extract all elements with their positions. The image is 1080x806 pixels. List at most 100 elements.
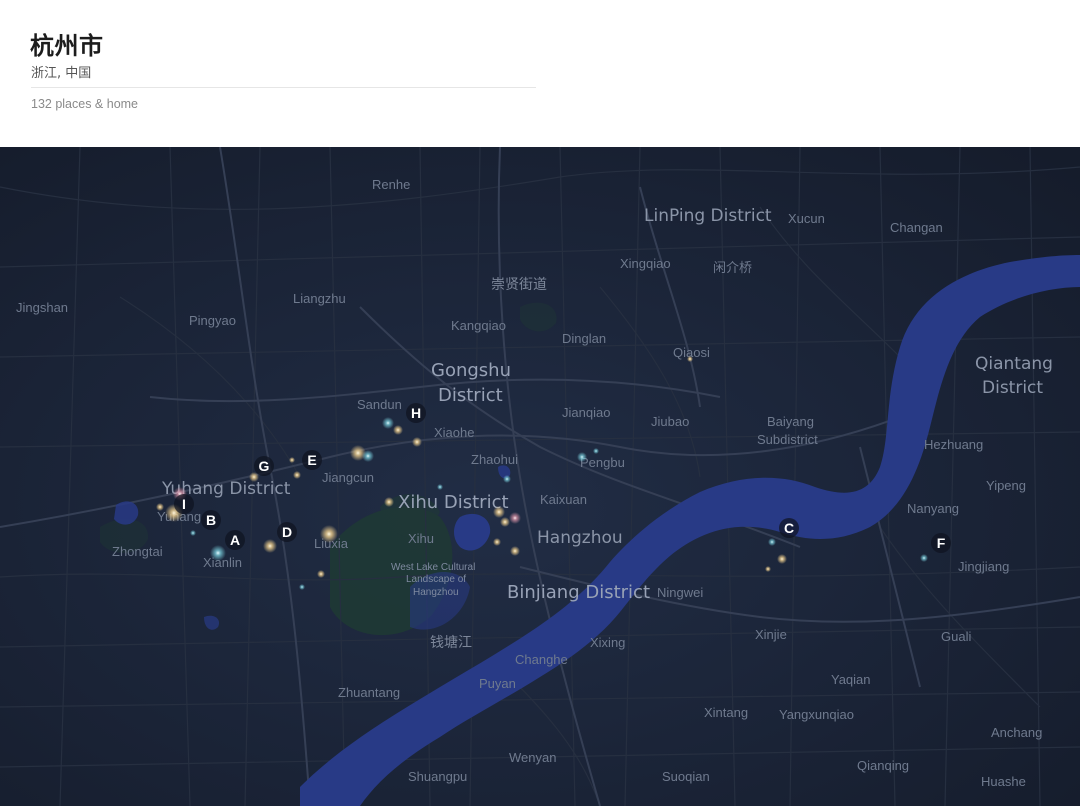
district-label: Subdistrict	[757, 432, 818, 447]
place-label: Xiaohe	[434, 425, 474, 440]
lake-label: West Lake Cultural	[391, 562, 475, 573]
place-dot	[687, 356, 693, 362]
lake-label: Landscape of	[406, 574, 466, 585]
place-label: Anchang	[991, 725, 1042, 740]
place-label: Zhongtai	[112, 544, 163, 559]
place-label: Xixing	[590, 635, 625, 650]
marker-label[interactable]: B	[206, 512, 216, 528]
map-canvas[interactable]: Renhe Xucun Changan Xingqiao 崇贤街道 闲介桥 Ji…	[0, 147, 1080, 806]
place-label: Jingjiang	[958, 559, 1009, 574]
marker-label[interactable]: A	[230, 532, 240, 548]
place-label: Jingshan	[16, 300, 68, 315]
place-dot	[503, 475, 511, 483]
place-dot	[777, 554, 787, 564]
marker-d[interactable]: D	[277, 522, 297, 542]
place-dot	[920, 554, 928, 562]
place-label: Pingyao	[189, 313, 236, 328]
marker-f[interactable]: F	[931, 533, 951, 553]
district-label: LinPing District	[644, 206, 772, 226]
place-dot	[500, 517, 510, 527]
place-dot	[510, 546, 520, 556]
place-label: Kangqiao	[451, 318, 506, 333]
place-label: Yangxunqiao	[779, 707, 854, 722]
place-dot	[156, 503, 164, 511]
place-label: Changhe	[515, 652, 568, 667]
place-label: Yipeng	[986, 478, 1026, 493]
marker-label[interactable]: H	[411, 405, 421, 421]
marker-i[interactable]: I	[174, 494, 194, 514]
place-label: Ningwei	[657, 585, 703, 600]
place-dot	[593, 448, 599, 454]
marker-c[interactable]: C	[779, 518, 799, 538]
marker-label[interactable]: I	[182, 496, 186, 512]
place-label: Zhaohui	[471, 452, 518, 467]
place-dot	[289, 457, 295, 463]
place-label: Xihu	[408, 531, 434, 546]
header: 杭州市 浙江, 中国 132 places & home	[0, 0, 1080, 147]
place-label: Renhe	[372, 177, 410, 192]
marker-b[interactable]: B	[201, 510, 221, 530]
district-label: Baiyang	[767, 414, 814, 429]
place-dot	[299, 584, 305, 590]
district-label: Binjiang District	[507, 582, 650, 603]
marker-label[interactable]: F	[937, 535, 946, 551]
marker-label[interactable]: G	[259, 458, 270, 474]
marker-a[interactable]: A	[225, 530, 245, 550]
place-label: Jianqiao	[562, 405, 610, 420]
place-label: 崇贤街道	[491, 277, 547, 293]
place-dot	[382, 417, 394, 429]
marker-label[interactable]: D	[282, 524, 292, 540]
place-dot	[210, 545, 226, 561]
place-label: Liangzhu	[293, 291, 346, 306]
marker-label[interactable]: C	[784, 520, 794, 536]
place-label: Hezhuang	[924, 437, 983, 452]
district-label: Xihu District	[398, 492, 509, 513]
place-dot	[384, 497, 394, 507]
place-dot	[509, 512, 521, 524]
place-label: Sandun	[357, 397, 402, 412]
marker-e[interactable]: E	[302, 450, 322, 470]
place-label: Xucun	[788, 211, 825, 226]
place-label: Guali	[941, 629, 971, 644]
place-label: Changan	[890, 220, 943, 235]
places-count: 132 places & home	[31, 97, 139, 111]
header-divider	[31, 87, 536, 88]
map-view[interactable]: Renhe Xucun Changan Xingqiao 崇贤街道 闲介桥 Ji…	[0, 147, 1080, 806]
marker-label[interactable]: E	[307, 452, 316, 468]
place-label: Xingqiao	[620, 256, 671, 271]
place-dot	[393, 425, 403, 435]
place-label: Jiangcun	[322, 470, 374, 485]
place-label: Wenyan	[509, 750, 556, 765]
place-label: 闲介桥	[713, 260, 752, 275]
region-subtitle: 浙江, 中国	[31, 66, 92, 81]
place-dot	[765, 566, 771, 572]
place-label: Jiubao	[651, 414, 689, 429]
place-label: Shuangpu	[408, 769, 467, 784]
marker-g[interactable]: G	[254, 456, 274, 476]
district-label: Gongshu	[431, 360, 511, 381]
place-dot	[317, 570, 325, 578]
map-land	[0, 147, 1080, 806]
place-dot	[437, 484, 443, 490]
place-label: Suoqian	[662, 769, 710, 784]
place-label: Xinjie	[755, 627, 787, 642]
marker-h[interactable]: H	[406, 403, 426, 423]
city-title: 杭州市	[30, 32, 104, 60]
district-label: Hangzhou	[537, 528, 623, 548]
place-label: Qianqing	[857, 758, 909, 773]
place-dot	[493, 506, 505, 518]
place-label: Kaixuan	[540, 492, 587, 507]
place-dot	[768, 538, 776, 546]
district-label: District	[982, 378, 1043, 398]
place-label: 钱塘江	[430, 635, 472, 651]
place-label: Dinglan	[562, 331, 606, 346]
place-dot	[412, 437, 422, 447]
district-label: District	[438, 385, 503, 406]
district-label: Qiantang	[975, 354, 1053, 374]
lake-label: Hangzhou	[413, 587, 459, 598]
place-label: Nanyang	[907, 501, 959, 516]
place-dot	[320, 525, 338, 543]
place-dot	[190, 530, 196, 536]
place-label: Huashe	[981, 774, 1026, 789]
place-label: Yaqian	[831, 672, 871, 687]
